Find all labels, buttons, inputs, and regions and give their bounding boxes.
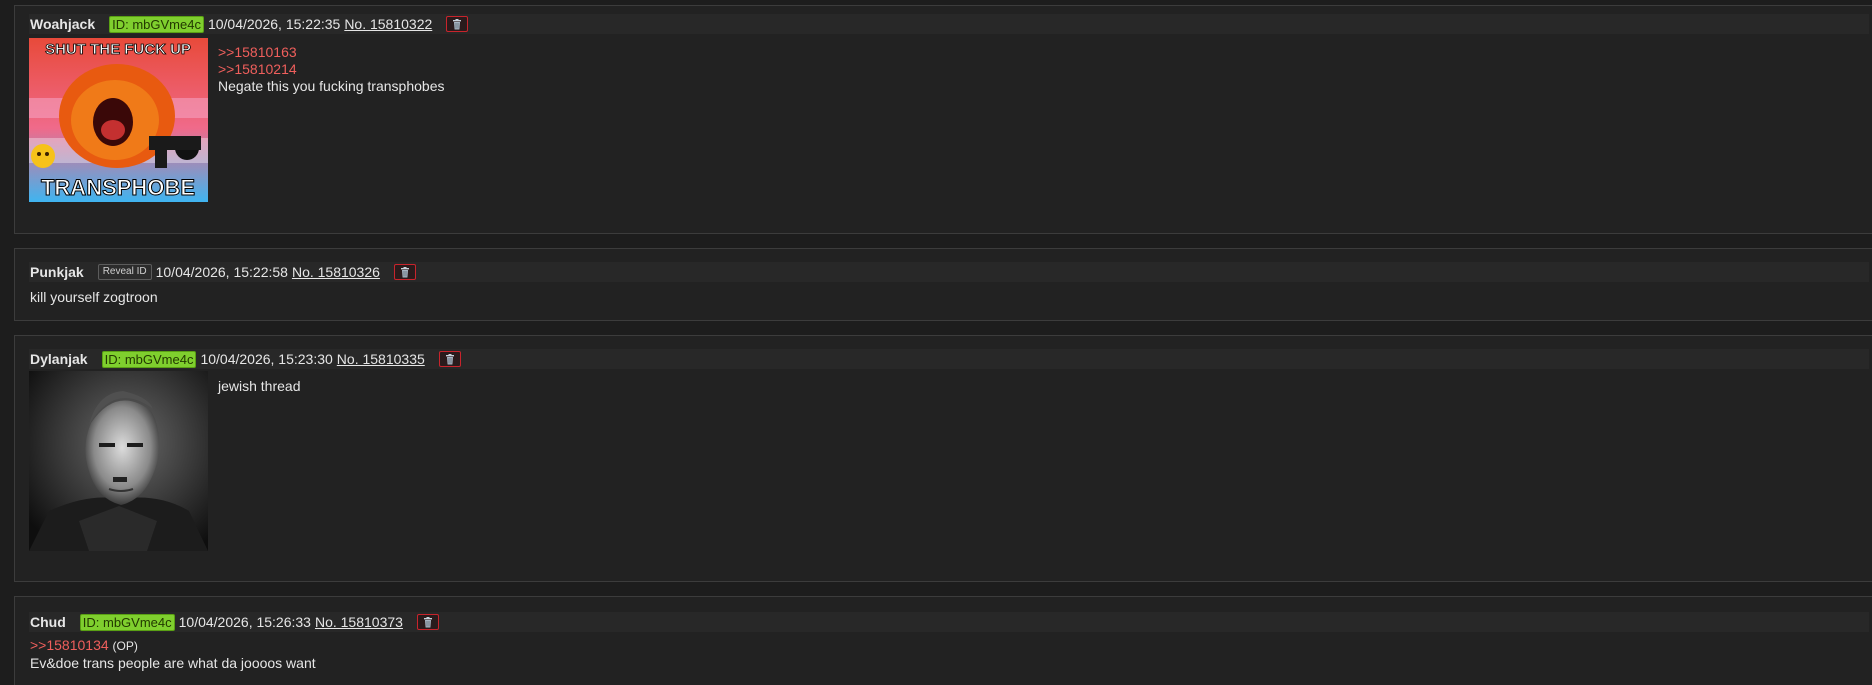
post-message: >>15810163 >>15810214 Negate this you fu… (218, 44, 444, 95)
post: Woahjack ID: mbGVme4c 10/04/2026, 15:22:… (14, 5, 1872, 234)
post-text: kill yourself zogtroon (30, 289, 158, 305)
post-number-link[interactable]: No. 15810326 (292, 264, 380, 280)
thread-view: Woahjack ID: mbGVme4c 10/04/2026, 15:22:… (0, 0, 1872, 685)
post-header: Woahjack ID: mbGVme4c 10/04/2026, 15:22:… (29, 14, 1869, 34)
image-caption-bottom: TRANSPHOBE (41, 175, 195, 200)
post-message: kill yourself zogtroon (30, 289, 158, 306)
poster-name: Woahjack (30, 16, 96, 32)
post-number-link[interactable]: No. 15810322 (344, 16, 432, 32)
poster-id-badge[interactable]: ID: mbGVme4c (79, 613, 175, 631)
delete-button[interactable] (438, 351, 461, 367)
post-text: jewish thread (218, 378, 301, 394)
poster-name: Dylanjak (30, 351, 88, 367)
post-header: Chud ID: mbGVme4c 10/04/2026, 15:26:33 N… (29, 612, 1869, 632)
trash-icon (453, 18, 462, 29)
delete-button[interactable] (446, 16, 469, 32)
post-message: >>15810134 (OP) Ev&doe trans people are … (30, 637, 316, 672)
op-tag: (OP) (112, 639, 138, 653)
post-header: Punkjak Reveal ID 10/04/2026, 15:22:58 N… (29, 262, 1869, 282)
post-number-link[interactable]: No. 15810373 (315, 614, 403, 630)
post-text: Negate this you fucking transphobes (218, 78, 445, 94)
poster-id-badge[interactable]: ID: mbGVme4c (101, 350, 197, 368)
delete-button[interactable] (416, 614, 439, 630)
reveal-id-button[interactable]: Reveal ID (97, 264, 152, 280)
post-datetime: 10/04/2026, 15:22:58 (155, 264, 288, 280)
post-datetime: 10/04/2026, 15:26:33 (178, 614, 311, 630)
image-caption-top: SHUT THE FUCK UP (45, 41, 191, 58)
trash-icon (400, 266, 409, 277)
trash-icon (445, 353, 454, 364)
post-message: jewish thread (218, 378, 301, 395)
quote-link[interactable]: >>15810214 (218, 61, 444, 78)
delete-button[interactable] (393, 264, 416, 280)
post-image-thumbnail[interactable]: SHUT THE FUCK UP TRANSPHOBE (29, 38, 208, 202)
poster-name: Chud (30, 614, 66, 630)
post-text: Ev&doe trans people are what da joooos w… (30, 655, 316, 671)
quote-link[interactable]: >>15810163 (218, 44, 444, 61)
post-header: Dylanjak ID: mbGVme4c 10/04/2026, 15:23:… (29, 349, 1869, 369)
trash-icon (423, 616, 432, 627)
post-number-link[interactable]: No. 15810335 (337, 351, 425, 367)
post: Punkjak Reveal ID 10/04/2026, 15:22:58 N… (14, 248, 1872, 321)
post-image-thumbnail[interactable] (29, 371, 208, 551)
post: Chud ID: mbGVme4c 10/04/2026, 15:26:33 N… (14, 596, 1872, 685)
post: Dylanjak ID: mbGVme4c 10/04/2026, 15:23:… (14, 335, 1872, 582)
post-datetime: 10/04/2026, 15:22:35 (207, 16, 341, 32)
post-datetime: 10/04/2026, 15:23:30 (200, 351, 333, 367)
poster-name: Punkjak (30, 264, 84, 280)
poster-id-badge[interactable]: ID: mbGVme4c (109, 15, 204, 33)
quote-link[interactable]: >>15810134 (30, 637, 109, 653)
